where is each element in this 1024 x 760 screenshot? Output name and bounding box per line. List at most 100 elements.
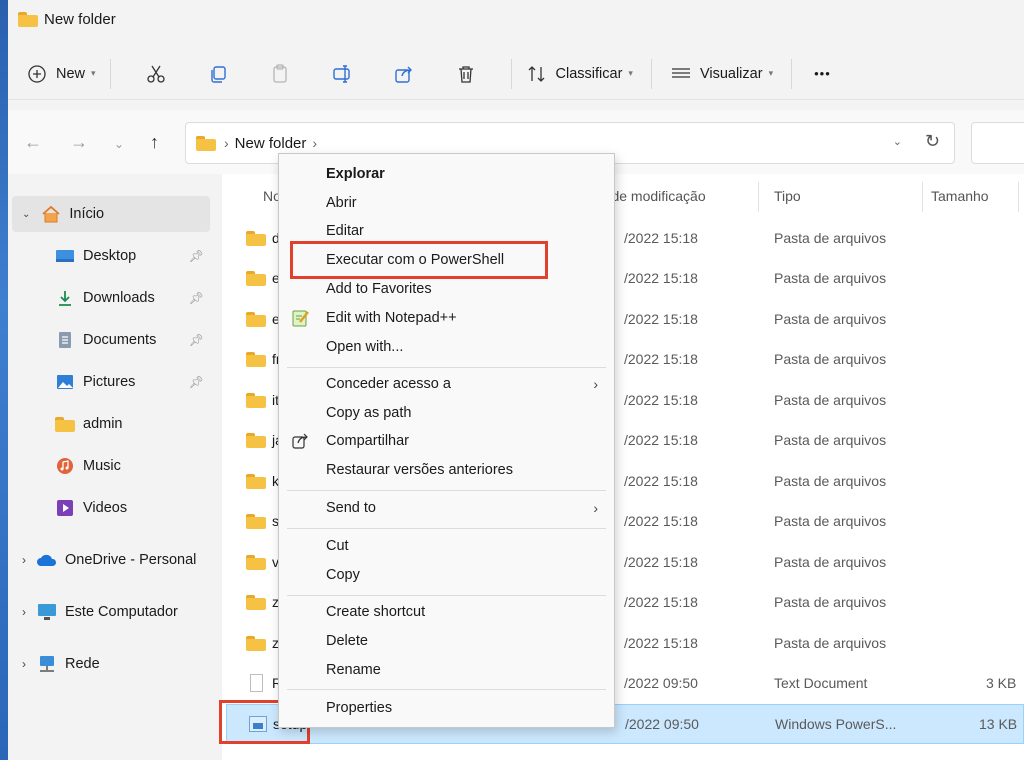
up-arrow-icon[interactable]: ↑ — [150, 132, 159, 153]
copy-icon — [207, 63, 229, 85]
refresh-icon[interactable]: ↻ — [925, 131, 940, 152]
menu-item-label: Abrir — [326, 195, 357, 211]
menu-item-label: Restaurar versões anteriores — [326, 462, 513, 478]
recent-chevron-icon[interactable]: ⌄ — [114, 137, 124, 151]
share-button[interactable] — [373, 56, 435, 92]
menu-item-open-with[interactable]: Open with... — [279, 333, 614, 361]
menu-item-label: Cut — [326, 538, 349, 554]
title-bar: New folder — [8, 0, 1024, 38]
file-date: /2022 09:50 — [625, 716, 699, 732]
menu-item-label: Conceder acesso a — [326, 376, 451, 392]
sidebar-item-desktop[interactable]: Desktop 📌︎ — [54, 239, 208, 273]
sidebar-item-documents[interactable]: Documents 📌︎ — [54, 323, 208, 357]
cut-button[interactable] — [125, 56, 187, 92]
new-label: New — [56, 65, 86, 82]
chevron-right-icon[interactable]: › — [22, 605, 26, 619]
pin-icon: 📌︎ — [188, 249, 204, 263]
file-date: /2022 15:18 — [624, 311, 698, 327]
sidebar-item-downloads[interactable]: Downloads 📌︎ — [54, 281, 208, 315]
rename-icon — [331, 63, 353, 85]
folder-icon — [246, 595, 266, 610]
sidebar-item-label: Pictures — [83, 374, 136, 390]
file-date: /2022 15:18 — [624, 230, 698, 246]
menu-item-edit-notepad[interactable]: Edit with Notepad++ — [279, 304, 614, 332]
copy-button[interactable] — [187, 56, 249, 92]
scissors-icon — [145, 63, 167, 85]
file-type: Pasta de arquivos — [774, 594, 887, 610]
menu-item-create-shortcut[interactable]: Create shortcut — [279, 598, 614, 626]
file-date: /2022 15:18 — [624, 594, 698, 610]
menu-item-label: Delete — [326, 633, 368, 649]
chevron-right-icon[interactable]: › — [22, 553, 26, 567]
delete-button[interactable] — [435, 56, 497, 92]
file-type: Pasta de arquivos — [774, 513, 887, 529]
forward-arrow-icon[interactable]: → — [70, 132, 88, 153]
menu-separator — [287, 367, 606, 368]
back-arrow-icon[interactable]: ← — [24, 132, 42, 153]
sidebar-item-label: Início — [69, 206, 105, 222]
menu-item-add-favorites[interactable]: Add to Favorites — [279, 275, 614, 303]
sidebar-item-label: Downloads — [83, 290, 155, 306]
menu-item-share[interactable]: Compartilhar — [279, 427, 614, 455]
sort-button[interactable]: Classificar ▾ — [526, 56, 633, 92]
file-type: Pasta de arquivos — [774, 554, 887, 570]
more-options-button[interactable]: ••• — [810, 56, 831, 92]
sidebar-item-label: Documents — [83, 332, 157, 348]
sidebar-item-this-pc[interactable]: › Este Computador — [22, 595, 178, 629]
menu-item-label: Compartilhar — [326, 433, 409, 449]
sidebar-item-videos[interactable]: Videos — [54, 491, 208, 525]
pin-icon: 📌︎ — [188, 333, 204, 347]
column-header-size[interactable]: Tamanho — [931, 188, 989, 204]
folder-icon — [54, 414, 76, 434]
menu-item-cut[interactable]: Cut — [279, 532, 614, 560]
menu-item-delete[interactable]: Delete — [279, 627, 614, 655]
download-arrow-icon — [54, 288, 76, 308]
sidebar-item-label: Videos — [83, 500, 128, 516]
view-button[interactable]: Visualizar ▾ — [670, 56, 773, 92]
sidebar-item-admin[interactable]: admin — [54, 407, 208, 441]
rename-button[interactable] — [311, 56, 373, 92]
menu-item-label: Create shortcut — [326, 604, 426, 620]
trash-icon — [455, 63, 477, 85]
file-date: /2022 15:18 — [624, 554, 698, 570]
menu-item-label: Copy as path — [326, 405, 412, 421]
folder-icon — [246, 352, 266, 367]
sidebar-item-music[interactable]: Music — [54, 449, 208, 483]
menu-item-explorar[interactable]: Explorar — [279, 160, 614, 188]
column-header-type[interactable]: Tipo — [774, 188, 801, 204]
menu-item-copy-path[interactable]: Copy as path — [279, 399, 614, 427]
sidebar-item-onedrive[interactable]: › OneDrive - Personal — [22, 543, 196, 577]
view-list-icon — [670, 63, 692, 85]
file-date: /2022 09:50 — [624, 675, 698, 691]
new-button[interactable]: New ▾ — [26, 56, 96, 92]
column-divider[interactable] — [922, 182, 923, 212]
search-input[interactable] — [971, 122, 1024, 164]
menu-item-properties[interactable]: Properties — [279, 694, 614, 722]
menu-item-run-powershell[interactable]: Executar com o PowerShell — [279, 246, 614, 274]
file-type: Pasta de arquivos — [774, 432, 887, 448]
menu-item-restore-versions[interactable]: Restaurar versões anteriores — [279, 456, 614, 484]
menu-item-editar[interactable]: Editar — [279, 217, 614, 245]
menu-item-send-to[interactable]: Send to › — [279, 494, 614, 522]
sidebar-item-home[interactable]: ⌄ Início — [22, 197, 104, 231]
chevron-right-icon[interactable]: › — [22, 657, 26, 671]
menu-item-rename[interactable]: Rename — [279, 656, 614, 684]
column-divider[interactable] — [1018, 182, 1019, 212]
menu-item-abrir[interactable]: Abrir — [279, 189, 614, 217]
menu-separator — [287, 490, 606, 491]
file-date: /2022 15:18 — [624, 351, 698, 367]
menu-item-copy[interactable]: Copy — [279, 561, 614, 589]
chevron-down-icon[interactable]: ⌄ — [893, 135, 902, 148]
sidebar-item-pictures[interactable]: Pictures 📌︎ — [54, 365, 208, 399]
file-type: Pasta de arquivos — [774, 311, 887, 327]
breadcrumb-new-folder[interactable]: New folder — [235, 135, 307, 152]
column-divider[interactable] — [758, 182, 759, 212]
sidebar-item-network[interactable]: › Rede — [22, 647, 100, 681]
menu-item-grant-access[interactable]: Conceder acesso a › — [279, 370, 614, 398]
sidebar-item-label: Este Computador — [65, 604, 178, 620]
sidebar-item-label: Rede — [65, 656, 100, 672]
chevron-down-icon[interactable]: ⌄ — [22, 209, 30, 220]
folder-icon — [196, 135, 216, 151]
paste-button[interactable] — [249, 56, 311, 92]
powershell-script-icon — [249, 716, 267, 732]
